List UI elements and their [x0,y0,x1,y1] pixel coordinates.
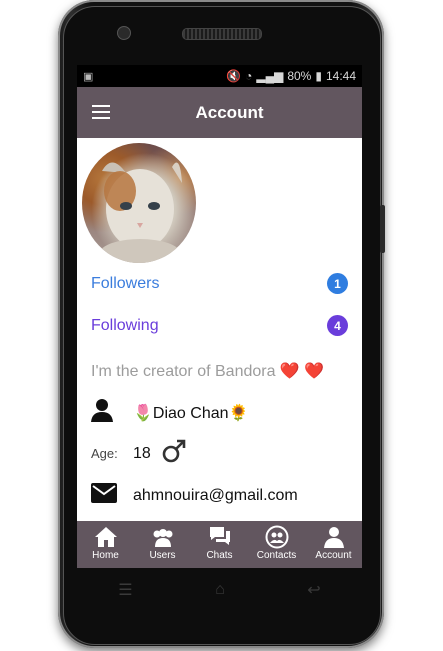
name-row: 🌷Diao Chan🌻 [91,398,248,427]
age-row: Age: 18 [91,438,187,469]
account-icon [323,527,344,548]
following-row[interactable]: Following 4 [91,315,348,336]
power-button [380,205,385,253]
nav-contacts-label: Contacts [256,550,297,561]
hardware-buttons: ☰ ⌂ ↩ [77,575,362,605]
nav-users-label: Users [149,550,176,561]
bio-text: I'm the creator of Bandora ❤️ ❤️ [91,363,325,380]
wifi-icon: ◔ [245,69,253,83]
followers-row[interactable]: Followers 1 [91,273,348,294]
menu-key-icon[interactable]: ☰ [118,580,132,600]
front-camera [117,26,131,40]
nav-account[interactable]: Account [305,521,362,561]
signal-icon: ▂▄▆ [256,69,284,83]
nav-chats-label: Chats [206,550,233,561]
following-count-badge: 4 [327,315,348,336]
age-label: Age: [91,446,118,461]
home-icon [94,527,117,547]
male-gender-icon [161,438,187,469]
chats-icon [209,527,230,545]
avatar[interactable] [82,143,196,263]
page-title: Account [195,102,264,122]
nav-home-label: Home [92,550,119,561]
screen: ▣ 🔇 ◔ ▂▄▆ 80% ▮ 14:44 Account Followers … [77,65,362,568]
followers-count-badge: 1 [327,273,348,294]
email-address: ahmnouira@gmail.com [133,486,298,504]
home-key-icon[interactable]: ⌂ [215,581,225,599]
users-icon [153,529,172,547]
followers-link[interactable]: Followers [91,275,159,293]
person-icon [91,398,133,427]
nav-users[interactable]: Users [134,521,191,561]
app-bar: Account [77,87,362,138]
age-value: 18 [133,444,151,462]
nav-home[interactable]: Home [77,521,134,561]
battery-percent: 80% [287,69,312,83]
envelope-icon [91,483,133,508]
nav-account-label: Account [315,550,352,561]
profile-content: Followers 1 Following 4 I'm the creator … [77,138,362,504]
battery-icon: ▮ [315,69,322,83]
mute-icon: 🔇 [226,69,242,83]
nav-chats[interactable]: Chats [191,521,248,561]
contacts-icon [265,525,288,549]
back-key-icon[interactable]: ↩ [307,580,320,600]
display-name: 🌷Diao Chan🌻 [133,404,249,422]
following-link[interactable]: Following [91,317,159,335]
image-notification-icon: ▣ [83,70,94,83]
earpiece-speaker [182,28,262,40]
status-bar: ▣ 🔇 ◔ ▂▄▆ 80% ▮ 14:44 [77,65,362,87]
bottom-navigation: Home Users Chats Contacts Account [77,521,362,568]
email-row: ahmnouira@gmail.com [91,483,298,508]
clock: 14:44 [325,69,356,83]
nav-contacts[interactable]: Contacts [248,521,305,561]
